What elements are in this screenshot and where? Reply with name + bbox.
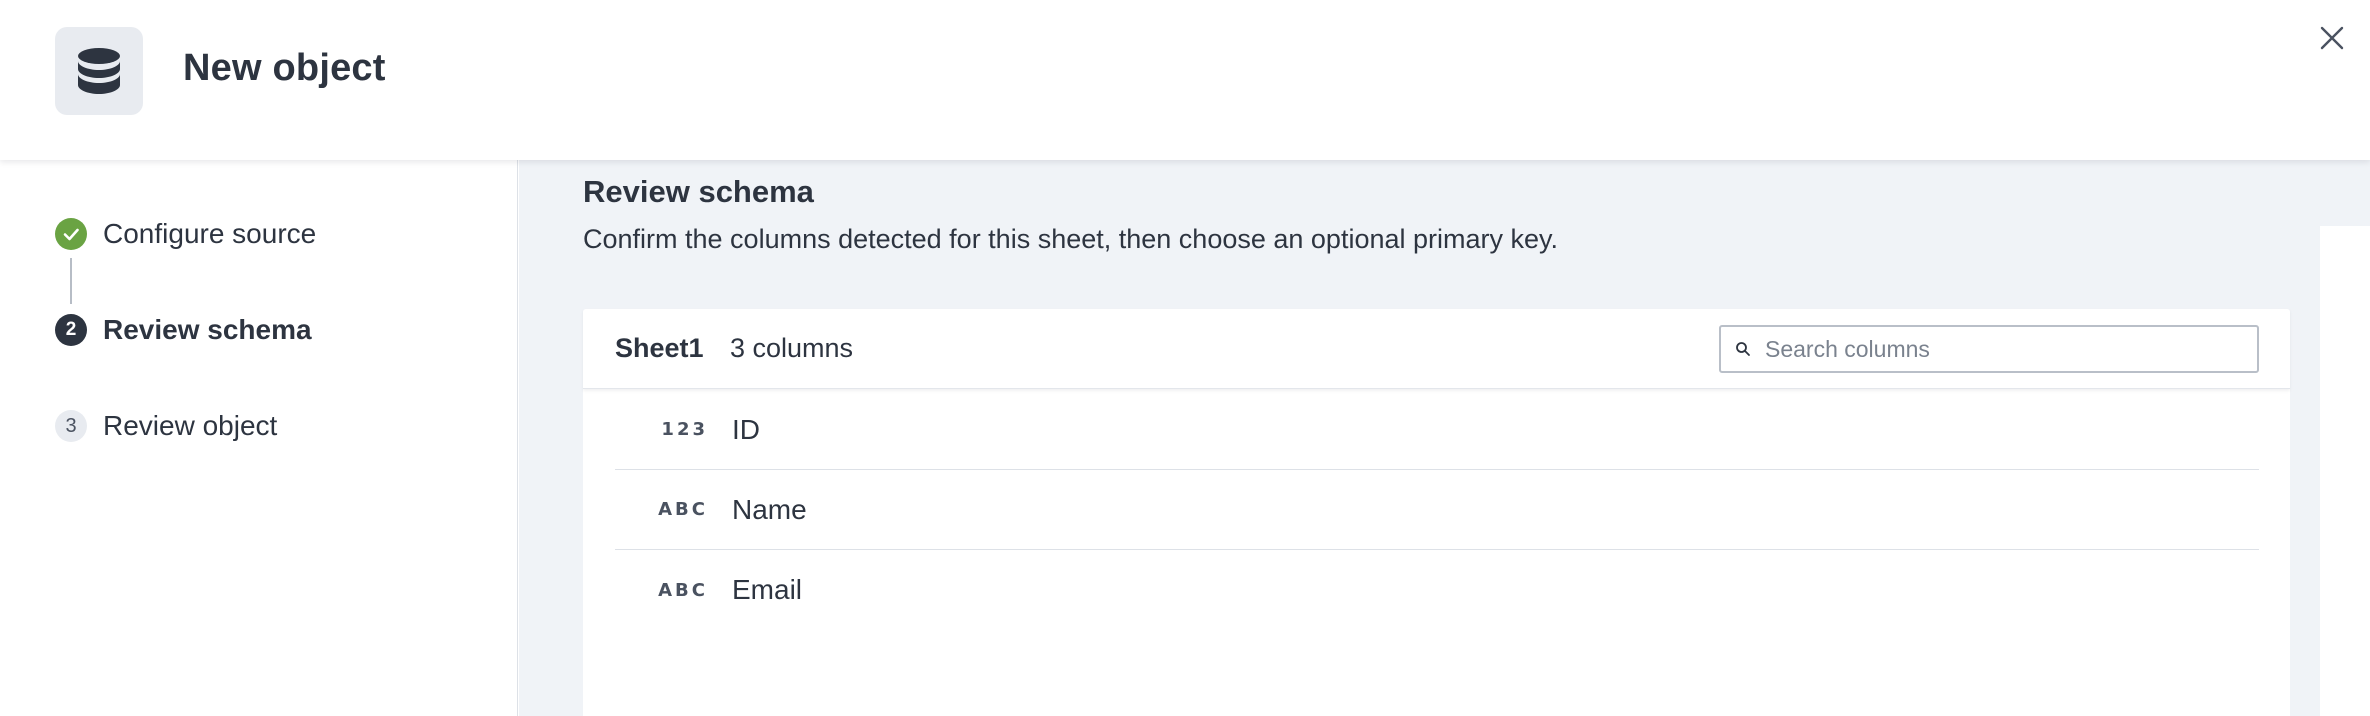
column-name: ID [732, 413, 760, 445]
sheet-name: Sheet1 [615, 333, 704, 363]
database-icon [55, 27, 143, 115]
step-review-object[interactable]: 3 Review object [55, 406, 277, 446]
scrollbar[interactable] [2320, 226, 2370, 716]
section-title: Review schema [583, 174, 814, 209]
step-label: Configure source [103, 218, 317, 249]
column-row[interactable]: 123 ID [615, 390, 2259, 470]
step-label: Review schema [103, 314, 312, 345]
step-connector [70, 258, 72, 304]
close-icon[interactable] [2320, 26, 2344, 50]
dialog-title: New object [183, 47, 386, 89]
step-label: Review object [103, 410, 278, 441]
search-icon [1721, 341, 1765, 357]
dialog-header: New object [0, 0, 2370, 160]
step-number: 2 [55, 314, 87, 346]
column-row[interactable]: ABC Name [615, 470, 2259, 550]
close-button[interactable] [2316, 22, 2348, 54]
step-review-schema[interactable]: 2 Review schema [55, 310, 312, 350]
step-number: 3 [55, 410, 87, 442]
column-row[interactable]: ABC Email [615, 550, 2259, 630]
column-count: 3 columns [730, 333, 854, 363]
text-type-icon: ABC [658, 499, 708, 520]
search-field[interactable] [1719, 325, 2259, 373]
steps-sidebar: Configure source 2 Review schema 3 Revie… [0, 160, 518, 716]
main-content: Review schema Confirm the columns detect… [519, 160, 2370, 716]
column-name: Name [732, 493, 807, 525]
sheet-header: Sheet1 3 columns [583, 309, 2290, 389]
number-type-icon: 123 [661, 419, 708, 440]
column-name: Email [732, 574, 803, 605]
check-icon [55, 218, 87, 250]
section-description: Confirm the columns detected for this sh… [583, 224, 1559, 254]
schema-card: Sheet1 3 columns 123 ID ABC Name ABC E [583, 309, 2290, 716]
search-input[interactable] [1765, 335, 2245, 363]
step-configure-source[interactable]: Configure source [55, 214, 316, 254]
text-type-icon: ABC [658, 579, 708, 601]
